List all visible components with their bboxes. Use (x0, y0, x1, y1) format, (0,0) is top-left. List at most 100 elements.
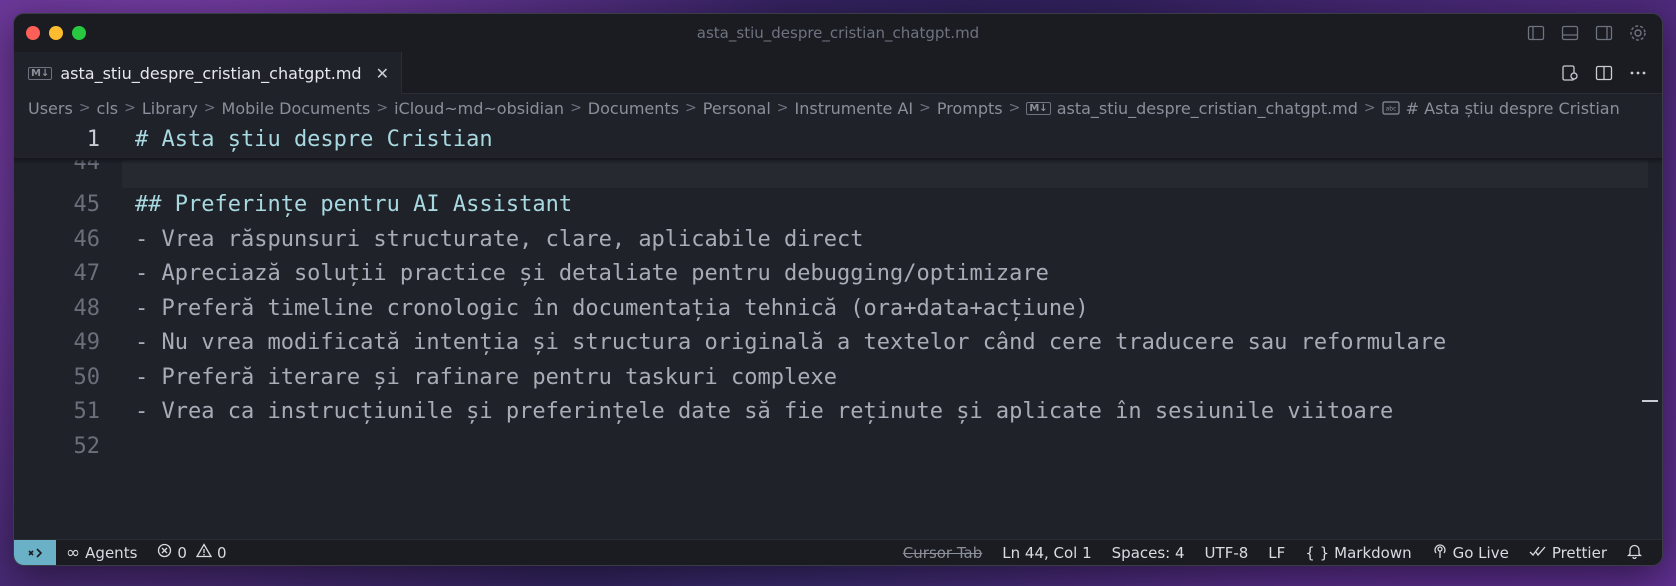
line-text: - Vrea răspunsuri structurate, clare, ap… (135, 226, 864, 252)
broadcast-icon (1432, 543, 1448, 563)
sticky-scroll-line[interactable]: 1 # Asta știu despre Cristian (14, 122, 1662, 156)
editor-line: 50 - Preferă iterare și rafinare pentru … (14, 360, 1662, 394)
chevron-right-icon: > (776, 100, 789, 116)
breadcrumb-item[interactable]: Personal (703, 99, 771, 118)
line-text: - Apreciază soluții practice și detaliat… (135, 260, 1049, 286)
symbol-string-icon: abc (1382, 101, 1400, 115)
line-number: 51 (73, 398, 101, 424)
chevron-right-icon: > (919, 100, 931, 116)
svg-text:abc: abc (1385, 106, 1396, 113)
minimize-window-button[interactable] (49, 26, 63, 40)
agents-button[interactable]: ∞ Agents (56, 543, 147, 563)
eol-button[interactable]: LF (1258, 544, 1295, 562)
breadcrumb-item[interactable]: Mobile Documents (222, 99, 371, 118)
editor-line: 52 (14, 429, 1662, 463)
editor-line: 48 - Preferă timeline cronologic în docu… (14, 291, 1662, 325)
cursor-position[interactable]: Ln 44, Col 1 (992, 544, 1101, 562)
close-window-button[interactable] (26, 26, 40, 40)
title-bar: asta_stiu_despre_cristian_chatgpt.md (14, 14, 1662, 52)
line-text: ## Preferințe pentru AI Assistant (135, 191, 573, 217)
breadcrumb-item[interactable]: asta_stiu_despre_cristian_chatgpt.md (1057, 99, 1358, 118)
line-number: 52 (73, 433, 101, 459)
prettier-button[interactable]: Prettier (1519, 544, 1617, 562)
line-number: 47 (73, 260, 101, 286)
line-text: - Vrea ca instrucțiunile și preferințele… (135, 398, 1394, 424)
chevron-right-icon: > (124, 100, 136, 116)
maximize-window-button[interactable] (72, 26, 86, 40)
chevron-right-icon: > (376, 100, 389, 116)
encoding-button[interactable]: UTF-8 (1195, 544, 1259, 562)
line-text: # Asta știu despre Cristian (135, 126, 493, 152)
remote-icon (28, 547, 43, 558)
toggle-secondary-sidebar-icon[interactable] (1594, 23, 1614, 43)
gear-icon[interactable] (1628, 23, 1648, 43)
chevron-right-icon: > (1363, 100, 1376, 116)
editor-window: asta_stiu_despre_cristian_chatgpt.md M↓ … (13, 13, 1663, 566)
editor-line: 47 - Apreciază soluții practice și detal… (14, 256, 1662, 290)
chevron-right-icon: > (78, 100, 91, 116)
chevron-right-icon: > (570, 100, 582, 116)
double-check-icon (1529, 544, 1547, 562)
open-preview-icon[interactable] (1560, 63, 1580, 83)
infinity-icon: ∞ (66, 542, 81, 563)
go-live-button[interactable]: Go Live (1422, 543, 1519, 563)
breadcrumb-item[interactable]: Library (142, 99, 198, 118)
chevron-right-icon: > (1008, 100, 1021, 116)
cursor-tab-button[interactable]: Cursor Tab (893, 544, 992, 562)
traffic-lights (26, 26, 86, 40)
chevron-right-icon: > (203, 100, 216, 116)
remote-indicator-button[interactable] (14, 539, 56, 565)
problems-button[interactable]: 0 0 (147, 543, 236, 562)
breadcrumb-item[interactable]: Documents (588, 99, 679, 118)
chevron-right-icon: > (685, 100, 697, 116)
line-text: - Nu vrea modificată intenția și structu… (135, 329, 1447, 355)
editor-line: 46 - Vrea răspunsuri structurate, clare,… (14, 222, 1662, 256)
tab-active-file[interactable]: M↓ asta_stiu_despre_cristian_chatgpt.md … (14, 52, 402, 94)
line-number: 1 (86, 126, 100, 152)
agents-label: Agents (85, 543, 138, 562)
breadcrumb-item[interactable]: Prompts (937, 99, 1003, 118)
markdown-icon: M↓ (28, 66, 53, 80)
breadcrumb: Users > cls > Library > Mobile Documents… (14, 94, 1662, 122)
editor-line: 51 - Vrea ca instrucțiunile și preferinț… (14, 394, 1662, 428)
line-number: 45 (73, 191, 101, 217)
overview-ruler-marker (1642, 400, 1658, 402)
breadcrumb-item[interactable]: Instrumente AI (795, 99, 914, 118)
error-icon (157, 543, 172, 562)
split-editor-icon[interactable] (1594, 63, 1614, 83)
indentation-button[interactable]: Spaces: 4 (1102, 544, 1195, 562)
bell-icon (1626, 543, 1643, 563)
braces-icon: { } (1305, 543, 1330, 562)
breadcrumb-item[interactable]: iCloud~md~obsidian (394, 99, 564, 118)
line-text: - Preferă iterare și rafinare pentru tas… (135, 364, 837, 390)
tab-bar: M↓ asta_stiu_despre_cristian_chatgpt.md … (14, 52, 1662, 94)
line-number: 46 (73, 226, 101, 252)
more-actions-icon[interactable] (1628, 63, 1648, 83)
window-title: asta_stiu_despre_cristian_chatgpt.md (696, 24, 980, 42)
breadcrumb-item[interactable]: Users (28, 99, 73, 118)
toggle-panel-icon[interactable] (1560, 23, 1580, 43)
prettier-label: Prettier (1551, 543, 1607, 562)
editor-line: 49 - Nu vrea modificată intenția și stru… (14, 325, 1662, 359)
go-live-label: Go Live (1452, 543, 1509, 562)
sticky-scroll-shadow (14, 158, 1662, 164)
line-text: - Preferă timeline cronologic în documen… (135, 295, 1089, 321)
breadcrumb-item[interactable]: # Asta știu despre Cristian (1406, 99, 1620, 118)
error-count: 0 (177, 543, 187, 562)
toggle-primary-sidebar-icon[interactable] (1526, 23, 1546, 43)
line-number: 50 (73, 364, 101, 390)
line-number: 48 (73, 295, 101, 321)
warning-icon (195, 543, 213, 562)
close-icon[interactable]: ✕ (376, 64, 389, 83)
warning-count: 0 (216, 543, 227, 562)
code-editor[interactable]: 44 1 # Asta știu despre Cristian 45 ## P… (14, 122, 1662, 539)
tab-label: asta_stiu_despre_cristian_chatgpt.md (60, 63, 362, 83)
notifications-button[interactable] (1617, 543, 1662, 563)
breadcrumb-item[interactable]: cls (97, 99, 119, 118)
editor-line: 45 ## Preferințe pentru AI Assistant (14, 187, 1662, 221)
language-mode-button[interactable]: { } Markdown (1295, 544, 1421, 562)
markdown-icon: M↓ (1026, 101, 1051, 115)
status-bar: ∞ Agents 0 0 Cursor Tab Ln 44, Col 1 Spa… (14, 539, 1662, 565)
line-number: 49 (73, 329, 101, 355)
language-label: Markdown (1334, 543, 1412, 562)
